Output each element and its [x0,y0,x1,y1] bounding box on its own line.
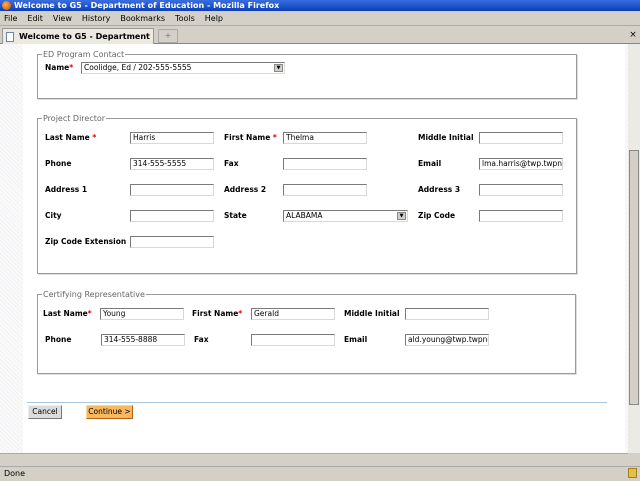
pd-email-input[interactable]: lma.harris@twp.twpnet [479,158,563,170]
status-text: Done [4,469,26,478]
pd-city-label: City [45,211,62,220]
vertical-scrollbar-thumb[interactable] [629,150,639,405]
menu-help[interactable]: Help [205,14,223,23]
cr-phone-label: Phone [45,335,72,344]
pd-first-name-input[interactable]: Thelma [283,132,367,144]
required-mark: * [69,63,74,72]
certifying-legend: Certifying Representative [43,290,145,299]
pd-email-label: Email [418,159,442,168]
cr-first-name-label: First Name [192,309,239,318]
pd-address3-label: Address 3 [418,185,461,194]
pd-phone-input[interactable]: 314-555-5555 [130,158,214,170]
cr-email-label: Email [344,335,368,344]
pd-address1-label: Address 1 [45,185,88,194]
menu-edit[interactable]: Edit [27,14,43,23]
ed-contact-select[interactable]: Coolidge, Ed / 202-555-5555 ▼ [81,62,285,74]
cr-middle-label: Middle Initial [344,309,400,318]
pd-zip-label: Zip Code [418,211,456,220]
pd-last-name-label: Last Name [45,133,90,142]
menu-tools[interactable]: Tools [175,14,195,23]
ed-contact-value: Coolidge, Ed / 202-555-5555 [84,63,192,72]
new-tab-button[interactable]: + [158,29,178,43]
cr-last-name-label: Last Name [43,309,88,318]
cr-last-name-input[interactable]: Young [100,308,184,320]
continue-button[interactable]: Continue > [86,405,133,419]
pd-address2-label: Address 2 [224,185,267,194]
firefox-icon [2,1,11,10]
pd-phone-label: Phone [45,159,72,168]
menu-view[interactable]: View [53,14,72,23]
cr-middle-input[interactable] [405,308,489,320]
menu-bar: File Edit View History Bookmarks Tools Help [0,11,640,26]
pd-address3-input[interactable] [479,184,563,196]
required-mark: * [87,309,92,318]
cancel-button[interactable]: Cancel [28,405,62,419]
cr-fax-input[interactable] [251,334,335,346]
pd-state-select[interactable]: ALABAMA ▼ [283,210,408,222]
lock-icon [628,468,637,478]
menu-history[interactable]: History [82,14,110,23]
chevron-down-icon[interactable]: ▼ [397,212,406,220]
cr-first-name-input[interactable]: Gerald [251,308,335,320]
project-director-legend: Project Director [43,114,106,123]
pd-zipext-input[interactable] [130,236,214,248]
pd-zip-input[interactable] [479,210,563,222]
certifying-representative-fieldset: Certifying Representative [37,290,576,374]
pd-middle-label: Middle Initial [418,133,474,142]
pd-zipext-label: Zip Code Extension [45,237,127,246]
pd-city-input[interactable] [130,210,214,222]
chevron-down-icon[interactable]: ▼ [274,64,283,72]
tab-welcome[interactable]: Welcome to G5 - Department of Edu... [2,28,154,56]
cr-phone-input[interactable]: 314-555-8888 [101,334,185,346]
divider [27,402,607,403]
cr-email-input[interactable]: ald.young@twp.twpnet [405,334,489,346]
pd-state-label: State [224,211,247,220]
status-bar: Done [0,466,640,480]
pd-state-value: ALABAMA [286,211,323,220]
required-mark: * [238,309,243,318]
ed-contact-legend: ED Program Contact [43,50,125,59]
pd-middle-input[interactable] [479,132,563,144]
page-content: ED Program Contact Name* Coolidge, Ed / … [23,44,625,453]
page-viewport: ED Program Contact Name* Coolidge, Ed / … [0,44,628,453]
page-icon [6,32,14,42]
name-label: Name [45,63,70,72]
cr-fax-label: Fax [194,335,209,344]
window-title: Welcome to G5 - Department of Education … [0,0,640,11]
pd-address1-input[interactable] [130,184,214,196]
menu-file[interactable]: File [4,14,17,23]
pd-address2-input[interactable] [283,184,367,196]
pd-last-name-input[interactable]: Harris [130,132,214,144]
pd-fax-label: Fax [224,159,239,168]
tab-bar: Welcome to G5 - Department of Edu... + × [0,26,640,56]
close-tab-icon[interactable]: × [628,30,638,40]
pd-fax-input[interactable] [283,158,367,170]
required-mark: * [272,133,277,142]
horizontal-scrollbar[interactable] [0,453,628,466]
required-mark: * [92,133,97,142]
menu-bookmarks[interactable]: Bookmarks [120,14,165,23]
ed-program-contact-fieldset: ED Program Contact [37,50,577,99]
pd-first-name-label: First Name [224,133,271,142]
